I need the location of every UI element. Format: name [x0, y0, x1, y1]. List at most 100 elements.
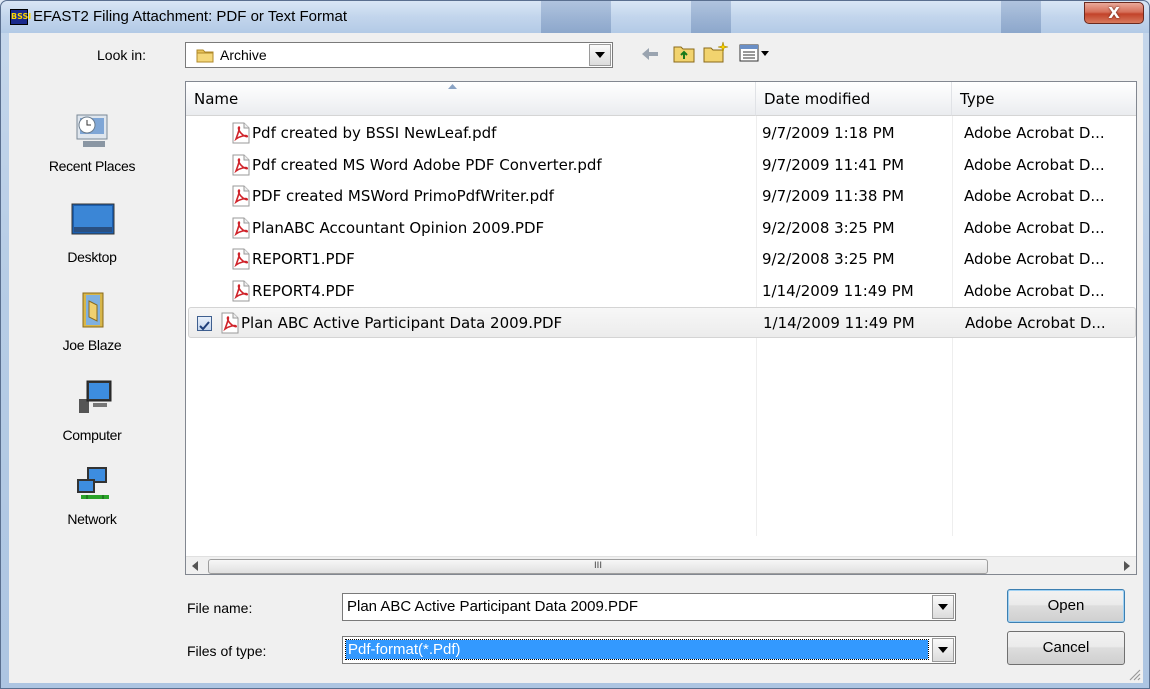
place-label: Desktop	[67, 249, 117, 265]
view-menu-icon[interactable]	[739, 43, 771, 63]
file-type-combo[interactable]: Pdf-format(*.Pdf)	[342, 636, 956, 664]
file-row[interactable]: Pdf created by BSSI NewLeaf.pdf 9/7/2009 …	[188, 118, 1136, 149]
file-list[interactable]: Name Date modified Type Pdf created by B…	[185, 81, 1137, 575]
row-checkbox[interactable]	[197, 316, 212, 331]
pdf-file-icon	[232, 280, 250, 301]
file-date: 1/14/2009 11:49 PM	[762, 281, 914, 300]
file-type-dropdown-button[interactable]	[932, 638, 954, 662]
file-name-combo[interactable]: Plan ABC Active Participant Data 2009.PD…	[342, 593, 956, 621]
file-type: Adobe Acrobat D...	[964, 218, 1105, 237]
place-network[interactable]: Network	[15, 465, 169, 551]
place-label: Recent Places	[48, 158, 136, 174]
file-date: 9/7/2009 1:18 PM	[762, 124, 895, 142]
file-type-label-text: Files of type:	[187, 643, 267, 659]
checkmark-icon	[199, 321, 210, 331]
place-label: Joe Blaze	[62, 337, 122, 353]
new-folder-icon[interactable]	[703, 41, 729, 63]
app-icon: BSSI	[10, 9, 31, 25]
column-header-date[interactable]: Date modified	[756, 82, 952, 116]
user-folder-icon	[82, 292, 104, 328]
chevron-down-icon	[595, 52, 605, 58]
file-date: 1/14/2009 11:49 PM	[763, 314, 915, 332]
file-type-selected[interactable]: Pdf-format(*.Pdf)	[345, 639, 929, 660]
file-name: Pdf created by BSSI NewLeaf.pdf	[252, 124, 497, 142]
title-decoration	[691, 1, 731, 33]
file-row[interactable]: Plan ABC Active Participant Data 2009.PD…	[188, 307, 1136, 338]
close-button[interactable]: X	[1084, 2, 1144, 24]
title-decoration	[1001, 1, 1041, 33]
look-in-combo[interactable]: Archive	[185, 42, 613, 68]
file-name: PDF created MSWord PrimoPdfWriter.pdf	[252, 187, 554, 205]
scroll-left-icon[interactable]	[192, 561, 198, 571]
column-header-name[interactable]: Name	[186, 82, 756, 116]
file-type: Adobe Acrobat D...	[964, 250, 1105, 268]
look-in-label: Look in:	[97, 47, 147, 63]
title-decoration	[541, 1, 611, 33]
pdf-file-icon	[232, 248, 250, 270]
place-label: Computer	[62, 427, 122, 443]
desktop-icon	[71, 203, 115, 235]
network-icon	[77, 467, 109, 499]
pdf-file-icon	[232, 217, 250, 238]
file-date: 9/2/2008 3:25 PM	[762, 218, 895, 237]
resize-grip-icon[interactable]	[1127, 667, 1141, 681]
file-name-label-text: File name:	[187, 600, 253, 616]
file-type: Adobe Acrobat D...	[964, 124, 1105, 142]
file-row[interactable]: Pdf created MS Word Adobe PDF Converter.…	[188, 150, 1136, 181]
folder-icon	[196, 49, 214, 63]
cancel-button[interactable]: Cancel	[1007, 631, 1125, 665]
open-button[interactable]: Open	[1007, 589, 1125, 623]
file-date: 9/7/2009 11:38 PM	[762, 187, 905, 205]
file-type: Adobe Acrobat D...	[964, 187, 1105, 205]
dialog-client-area: Look in: Archive Recent Places Desktop J…	[9, 33, 1143, 683]
column-header-type[interactable]: Type	[952, 82, 1136, 116]
file-name: PlanABC Accountant Opinion 2009.PDF	[252, 218, 545, 237]
column-header-label: Type	[960, 90, 995, 108]
place-joe-blaze[interactable]: Joe Blaze	[15, 291, 169, 377]
thumb-grip: III	[594, 561, 602, 571]
close-icon: X	[1108, 4, 1120, 22]
scroll-right-icon[interactable]	[1124, 561, 1130, 571]
window-title: EFAST2 Filing Attachment: PDF or Text Fo…	[33, 8, 347, 25]
file-name: REPORT4.PDF	[252, 281, 355, 300]
computer-icon	[79, 380, 112, 413]
file-type: Adobe Acrobat D...	[964, 281, 1105, 300]
file-row[interactable]: REPORT1.PDF 9/2/2008 3:25 PM Adobe Acrobat…	[188, 244, 1136, 275]
place-recent-places[interactable]: Recent Places	[15, 111, 169, 197]
file-date: 9/7/2009 11:41 PM	[762, 155, 905, 174]
file-name: Pdf created MS Word Adobe PDF Converter.…	[252, 155, 602, 174]
pdf-file-icon	[232, 122, 250, 144]
file-row[interactable]: REPORT4.PDF 1/14/2009 11:49 PM Adobe Acrob…	[188, 276, 1136, 307]
file-row[interactable]: PlanABC Accountant Opinion 2009.PDF 9/2/2…	[188, 213, 1136, 244]
back-arrow-icon[interactable]	[641, 47, 659, 61]
up-folder-icon[interactable]	[673, 43, 695, 63]
file-row[interactable]: PDF created MSWord PrimoPdfWriter.pdf 9/7…	[188, 181, 1136, 212]
chevron-down-icon	[938, 647, 948, 653]
horizontal-scrollbar[interactable]: III	[186, 556, 1136, 574]
scrollbar-thumb[interactable]: III	[208, 559, 988, 574]
place-label: Network	[67, 511, 117, 527]
pdf-file-icon	[232, 154, 250, 175]
chevron-down-icon	[938, 604, 948, 610]
file-name-label: File name:	[187, 600, 252, 616]
file-name: REPORT1.PDF	[252, 250, 355, 268]
file-name-input[interactable]: Plan ABC Active Participant Data 2009.PD…	[347, 598, 638, 615]
pdf-file-icon	[232, 185, 250, 207]
sort-ascending-icon	[448, 84, 457, 89]
title-bar[interactable]: BSSI EFAST2 Filing Attachment: PDF or Te…	[1, 1, 1149, 33]
places-bar: Recent Places Desktop Joe Blaze Computer…	[15, 81, 169, 591]
look-in-value: Archive	[220, 47, 267, 63]
pdf-file-icon	[221, 312, 239, 334]
file-type: Adobe Acrobat D...	[964, 155, 1105, 174]
file-open-dialog: BSSI EFAST2 Filing Attachment: PDF or Te…	[0, 0, 1150, 689]
file-name-dropdown-button[interactable]	[932, 595, 954, 619]
file-type: Adobe Acrobat D...	[965, 314, 1106, 332]
column-header-label: Date modified	[764, 90, 871, 108]
place-desktop[interactable]: Desktop	[15, 199, 169, 285]
place-computer[interactable]: Computer	[15, 377, 169, 463]
file-name: Plan ABC Active Participant Data 2009.PD…	[241, 314, 563, 332]
look-in-dropdown-button[interactable]	[589, 44, 611, 66]
file-date: 9/2/2008 3:25 PM	[762, 250, 895, 268]
file-type-label: Files of type:	[187, 643, 266, 659]
recent-places-icon	[76, 114, 108, 147]
